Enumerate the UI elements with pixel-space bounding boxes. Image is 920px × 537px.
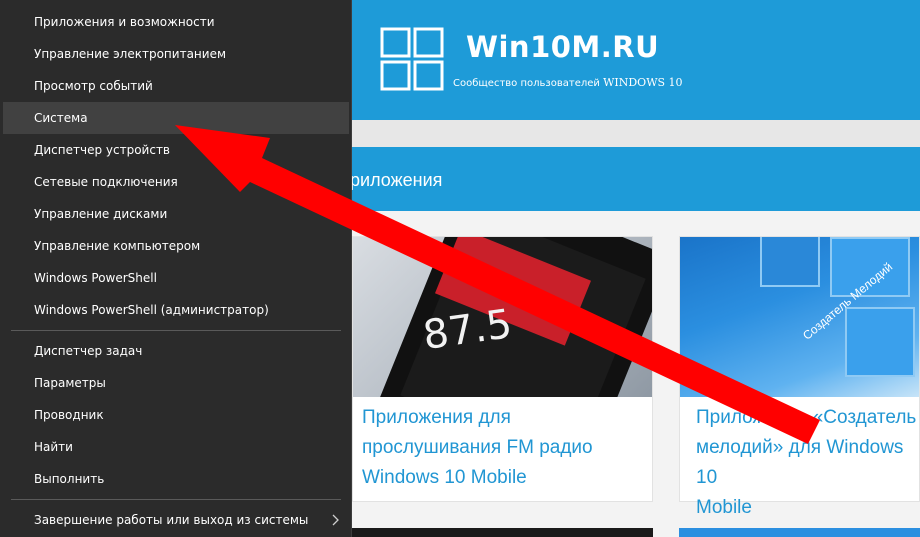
menu-item-computer-management[interactable]: Управление компьютером — [3, 230, 349, 262]
article-image-fm-radio[interactable]: 87.5 — [353, 237, 652, 397]
site-logo-title[interactable]: Win10M.RU — [466, 30, 659, 64]
menu-item-task-manager[interactable]: Диспетчер задач — [3, 335, 349, 367]
menu-item-network-connections[interactable]: Сетевые подключения — [3, 166, 349, 198]
menu-item-label: Завершение работы или выход из системы — [34, 513, 309, 527]
logo-subtitle-text: Сообщество пользователей — [453, 78, 600, 89]
menu-item-power-options[interactable]: Управление электропитанием — [3, 38, 349, 70]
article-card-partial[interactable] — [679, 528, 920, 537]
article-card[interactable]: Создатель Мелодий Приложение «Создатель … — [679, 236, 920, 518]
menu-item-shutdown-signout[interactable]: Завершение работы или выход из системы — [3, 504, 349, 536]
phone-tile — [845, 307, 915, 377]
menu-item-file-explorer[interactable]: Проводник — [3, 399, 349, 431]
menu-item-search[interactable]: Найти — [3, 431, 349, 463]
phone-tile — [760, 237, 820, 287]
menu-item-powershell[interactable]: Windows PowerShell — [3, 262, 349, 294]
chevron-right-icon — [331, 504, 341, 537]
menu-item-system[interactable]: Система — [3, 102, 349, 134]
menu-item-device-manager[interactable]: Диспетчер устройств — [3, 134, 349, 166]
menu-item-powershell-admin[interactable]: Windows PowerShell (администратор) — [3, 294, 349, 326]
article-image-melody-creator[interactable]: Создатель Мелодий — [680, 237, 919, 397]
menu-item-disk-management[interactable]: Управление дисками — [3, 198, 349, 230]
article-card[interactable]: 87.5 Приложения для прослушивания FM рад… — [352, 236, 653, 502]
article-title-link[interactable]: Приложения для прослушивания FM радио Wi… — [362, 403, 593, 493]
menu-item-apps-features[interactable]: Приложения и возможности — [3, 6, 349, 38]
nav-gray-bar — [352, 120, 920, 147]
menu-item-event-viewer[interactable]: Просмотр событий — [3, 70, 349, 102]
article-card-partial[interactable] — [352, 528, 653, 537]
windows-logo-icon[interactable] — [380, 27, 444, 91]
logo-subtitle-windows: WINDOWS 10 — [603, 76, 683, 89]
menu-separator — [11, 499, 341, 500]
article-title-link[interactable]: Приложение «Создатель мелодий» для Windo… — [696, 403, 919, 523]
menu-item-run[interactable]: Выполнить — [3, 463, 349, 495]
menu-separator — [11, 330, 341, 331]
menu-item-settings[interactable]: Параметры — [3, 367, 349, 399]
site-logo-subtitle: Сообщество пользователей WINDOWS 10 — [453, 76, 683, 89]
section-title: риложения — [350, 170, 443, 190]
winx-quick-link-menu: Приложения и возможности Управление элек… — [0, 0, 352, 537]
